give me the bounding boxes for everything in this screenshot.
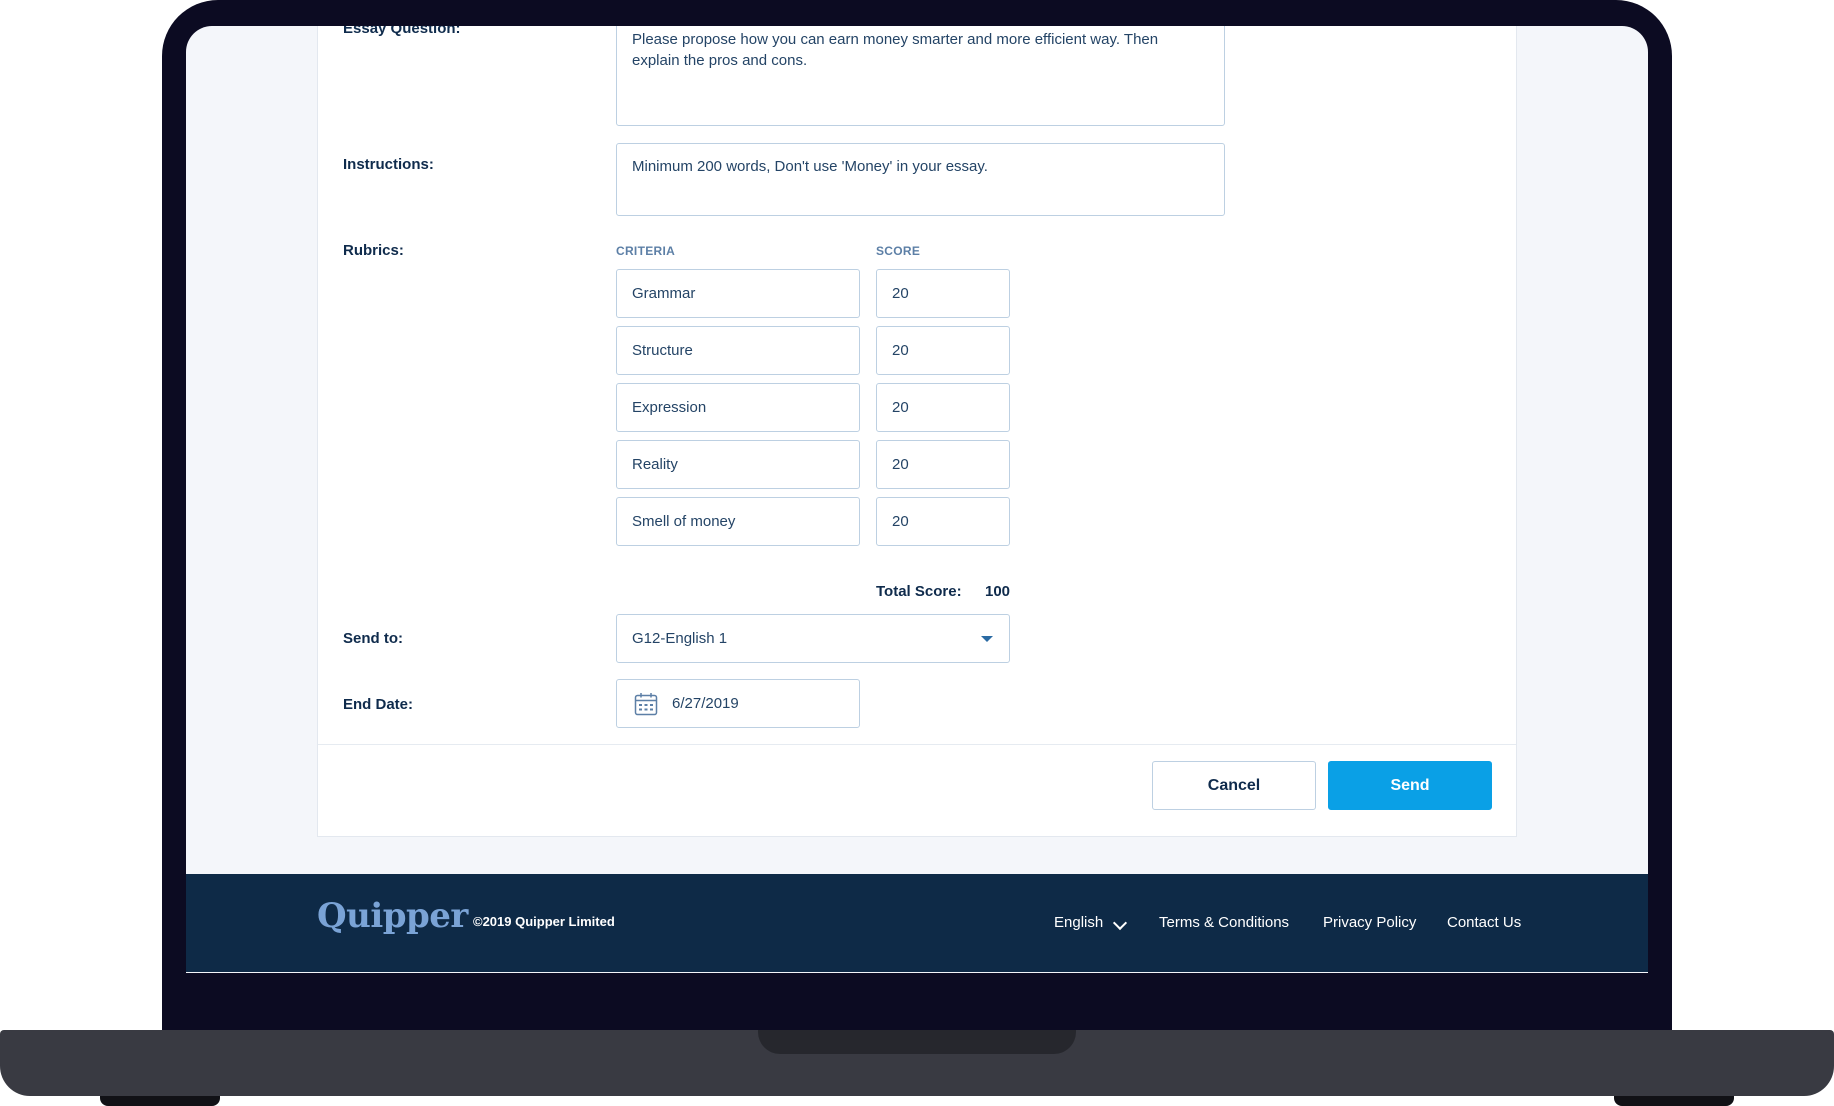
card-divider	[318, 744, 1516, 745]
end-date-input[interactable]: 6/27/2019	[616, 679, 860, 728]
send-to-select[interactable]: G12-English 1	[616, 614, 1010, 663]
contact-link[interactable]: Contact Us	[1447, 914, 1521, 931]
criteria-value: Reality	[632, 456, 678, 473]
cancel-button[interactable]: Cancel	[1152, 761, 1316, 810]
score-input-expression[interactable]: 20	[876, 383, 1010, 432]
caret-down-icon	[981, 636, 993, 642]
score-input-reality[interactable]: 20	[876, 440, 1010, 489]
criteria-value: Structure	[632, 342, 693, 359]
score-value: 20	[892, 342, 909, 359]
laptop-foot-right	[1614, 1096, 1734, 1106]
terms-link[interactable]: Terms & Conditions	[1159, 914, 1289, 931]
total-score-value: 100	[985, 583, 1011, 600]
essay-question-label: Essay Question:	[343, 26, 461, 37]
criteria-input-structure[interactable]: Structure	[616, 326, 860, 375]
criteria-input-expression[interactable]: Expression	[616, 383, 860, 432]
rubrics-label: Rubrics:	[343, 242, 404, 259]
score-value: 20	[892, 513, 909, 530]
total-score-label: Total Score:	[876, 583, 962, 600]
copyright-text: ©2019 Quipper Limited	[473, 914, 615, 929]
page-footer: Quipper ©2019 Quipper Limited English Te…	[186, 874, 1648, 972]
instructions-textarea[interactable]: Minimum 200 words, Don't use 'Money' in …	[616, 143, 1225, 216]
criteria-column-header: CRITERIA	[616, 244, 676, 258]
score-input-structure[interactable]: 20	[876, 326, 1010, 375]
screen: Essay Question: Please propose how you c…	[186, 26, 1648, 973]
score-column-header: SCORE	[876, 244, 921, 258]
criteria-value: Smell of money	[632, 513, 736, 530]
score-input-smell-of-money[interactable]: 20	[876, 497, 1010, 546]
criteria-input-grammar[interactable]: Grammar	[616, 269, 860, 318]
score-value: 20	[892, 456, 909, 473]
privacy-link[interactable]: Privacy Policy	[1323, 914, 1416, 931]
end-date-value: 6/27/2019	[672, 695, 739, 712]
laptop-foot-left	[100, 1096, 220, 1106]
send-to-value: G12-English 1	[632, 630, 728, 647]
send-to-label: Send to:	[343, 630, 403, 647]
calendar-icon	[634, 693, 658, 716]
chevron-down-icon[interactable]	[1112, 915, 1128, 931]
criteria-input-smell-of-money[interactable]: Smell of money	[616, 497, 860, 546]
criteria-value: Expression	[632, 399, 707, 416]
score-input-grammar[interactable]: 20	[876, 269, 1010, 318]
score-value: 20	[892, 285, 909, 302]
criteria-value: Grammar	[632, 285, 696, 302]
send-button[interactable]: Send	[1328, 761, 1492, 810]
laptop-notch	[758, 1030, 1076, 1054]
instructions-text: Minimum 200 words, Don't use 'Money' in …	[632, 158, 988, 175]
criteria-input-reality[interactable]: Reality	[616, 440, 860, 489]
essay-question-textarea[interactable]: Please propose how you can earn money sm…	[616, 26, 1225, 126]
essay-question-text: Please propose how you can earn money sm…	[632, 31, 1159, 69]
language-selector[interactable]: English	[1054, 914, 1103, 931]
instructions-label: Instructions:	[343, 156, 434, 173]
end-date-label: End Date:	[343, 696, 414, 713]
score-value: 20	[892, 399, 909, 416]
quipper-logo[interactable]: Quipper	[317, 896, 468, 936]
essay-form-card: Essay Question: Please propose how you c…	[317, 26, 1517, 837]
